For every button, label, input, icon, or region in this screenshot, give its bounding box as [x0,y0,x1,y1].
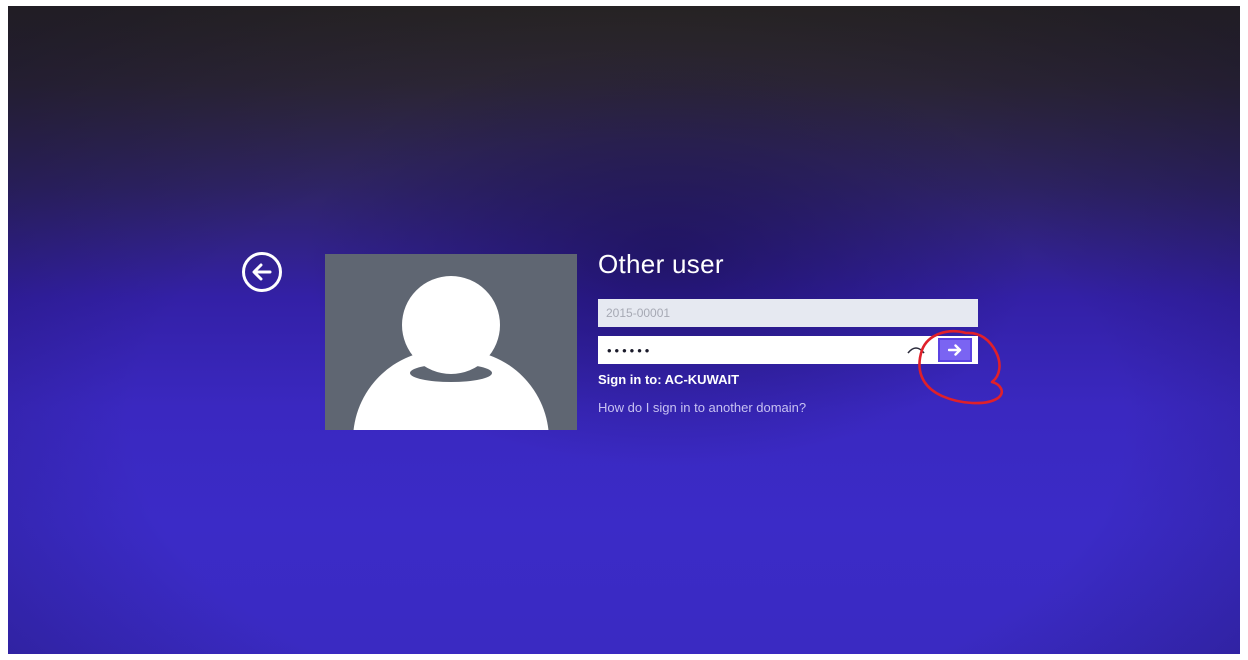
password-reveal-icon[interactable] [907,342,925,356]
submit-button[interactable] [938,338,972,362]
screen-vignette [8,6,1240,654]
domain-help-link[interactable]: How do I sign in to another domain? [598,400,806,415]
account-name-title: Other user [598,249,724,279]
password-field-container [598,336,978,364]
password-field[interactable] [598,336,898,364]
back-button[interactable] [242,252,282,292]
lock-screen-photo: Other user Sign in to: AC-KUWAIT How do … [8,6,1240,654]
user-avatar [325,254,577,430]
avatar-head-silhouette [402,276,500,374]
back-arrow-icon [252,263,272,281]
sign-in-domain-label: Sign in to: AC-KUWAIT [598,372,740,387]
right-arrow-icon [948,344,962,356]
username-field[interactable] [598,299,978,327]
